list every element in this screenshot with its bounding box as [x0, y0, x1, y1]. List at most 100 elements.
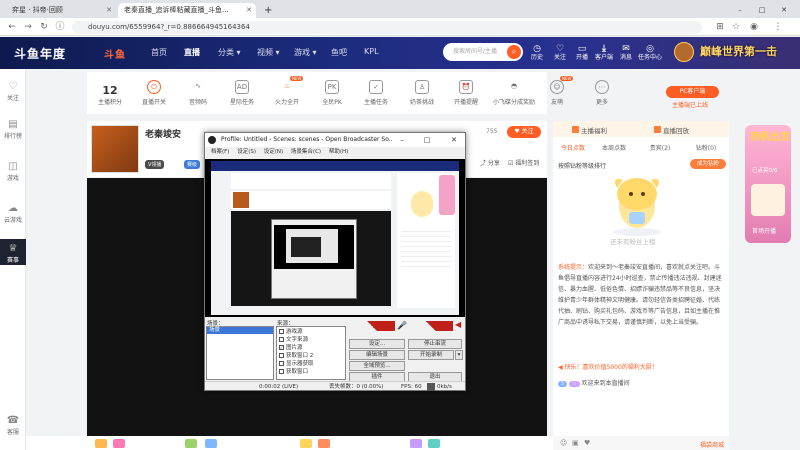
header-banner[interactable]: 巅峰世界第一击 [700, 43, 777, 59]
speaker-icon[interactable]: ◀ [455, 320, 461, 329]
toolbar-friends[interactable]: NEW ☺ 友萌 [540, 76, 574, 106]
source-item[interactable]: 文字来源 [279, 337, 308, 344]
gift-item[interactable] [205, 439, 217, 448]
edit-scene-button[interactable]: 编辑场景 [349, 350, 405, 360]
share-button[interactable]: ⤴ 分享 [480, 158, 500, 167]
tab-replay[interactable]: 直播回放 [654, 125, 689, 135]
sources-list[interactable]: 游戏源 文字来源 ✓ 图片源 获取窗口 2 显示器获取 获取窗口 [276, 326, 346, 380]
checkbox[interactable] [279, 329, 284, 334]
source-item[interactable]: 获取窗口 2 [279, 353, 313, 360]
mic-icon[interactable]: 🎤 [397, 321, 407, 330]
back-button[interactable]: ← [6, 21, 18, 33]
checkin-button[interactable]: ☑ 福利签到 [508, 158, 539, 167]
checkbox-checked[interactable]: ✓ [279, 345, 284, 350]
toolbar-audio[interactable]: ∿ 音频码 [181, 80, 215, 106]
checkbox[interactable] [279, 369, 284, 374]
gift-item[interactable] [410, 439, 422, 448]
toolbar-firepower[interactable]: NEW ♨ 火力全开 [270, 76, 304, 106]
toolbar-ufo-reward[interactable]: ◓ 小飞碟分成奖励 [487, 80, 541, 106]
brand-logo[interactable]: 斗鱼 [104, 46, 126, 61]
anchor-level[interactable]: 12 主播积分 [93, 84, 127, 106]
nav-game[interactable]: 游戏 ▾ [294, 47, 317, 58]
obs-menu-settings[interactable]: 设定(S) [237, 149, 256, 155]
gift-item[interactable] [95, 439, 107, 448]
message-icon[interactable]: ✉ 消息 [615, 44, 637, 62]
toolbar-more[interactable]: ⋯ 更多 [585, 80, 619, 106]
forward-button[interactable]: → [22, 21, 34, 33]
url-field[interactable]: douyu.com/6559964?_r=0.886664945164364 [72, 21, 702, 34]
sidebar-item-games[interactable]: ◫ 游戏 [0, 161, 26, 182]
menu-icon[interactable]: ⋮ [772, 21, 784, 33]
toolbar-star-task[interactable]: AD 星际任务 [225, 80, 259, 106]
source-item[interactable]: ✓ 图片源 [279, 345, 303, 352]
tab-anchor-benefits[interactable]: 主播福利 [572, 125, 607, 135]
task-center-icon[interactable]: ◎ 任务中心 [638, 44, 662, 62]
search-icon[interactable]: ⌕ [507, 45, 521, 59]
rank-tab-week[interactable]: 本周点数 [594, 143, 634, 152]
checkbox[interactable] [279, 361, 284, 366]
obs-menu-scene-collection[interactable]: 场景集合(C) [291, 149, 321, 155]
sidebar-item-cloud-game[interactable]: ☁ 云游戏 [0, 203, 26, 224]
client-download-icon[interactable]: ⤓ 客户端 [593, 44, 615, 62]
room-avatar[interactable] [91, 125, 139, 173]
sidebar-item-service[interactable]: ☎ 客服 [0, 415, 26, 436]
obs-menu-help[interactable]: 帮助(H) [329, 149, 348, 155]
toolbar-milktea[interactable]: ♙ 奶茶挑战 [405, 80, 439, 106]
sidebar-item-follow[interactable]: ♡ 关注 [0, 81, 26, 102]
stop-stream-button[interactable]: 停止串流 [408, 339, 462, 349]
settings-button[interactable]: 设定... [349, 339, 405, 349]
nav-live[interactable]: 直播 [184, 47, 200, 58]
new-tab-button[interactable]: + [258, 3, 272, 18]
start-record-button[interactable]: 开始录制 [408, 350, 454, 360]
gift-shop-link[interactable]: 福袋商城 [700, 440, 724, 449]
nav-home[interactable]: 首页 [151, 47, 167, 58]
fullscreen-preview-button[interactable]: 全域预览... [349, 361, 405, 371]
maximize-button[interactable]: □ [752, 3, 772, 18]
site-logo[interactable]: 斗鱼年度 [14, 45, 66, 62]
nav-fishbar[interactable]: 鱼吧 [331, 47, 347, 58]
obs-menu-profile[interactable]: 设定(N) [264, 149, 283, 155]
user-avatar[interactable] [674, 42, 694, 62]
mic-volume-meter[interactable] [349, 321, 395, 331]
sidebar-item-ranking[interactable]: ▤ 排行榜 [0, 119, 26, 140]
sidebar-item-events[interactable]: ♕ 赛事 [0, 239, 26, 265]
close-tab-icon[interactable]: ✕ [106, 3, 112, 18]
close-window-button[interactable]: ✕ [774, 3, 794, 18]
history-icon[interactable]: ◷ 历史 [526, 44, 548, 62]
gift-item[interactable] [113, 439, 125, 448]
emoji-icon[interactable]: ☺ [560, 439, 567, 447]
rank-tab-diamond[interactable]: 钻粉(0) [686, 143, 726, 152]
record-dropdown-button[interactable]: ▾ [455, 350, 463, 360]
rank-tab-vip[interactable]: 贵宾(2) [640, 143, 680, 152]
follow-button[interactable]: ♥ 关注 [507, 126, 541, 138]
fans-icon[interactable]: ♥ [584, 439, 590, 447]
extension-icon[interactable]: ⊞ [714, 21, 726, 33]
browser-tab[interactable]: 弈星 · 抖帝·回顾 ✕ [6, 3, 116, 18]
minimize-button[interactable]: – [730, 3, 750, 18]
source-item[interactable]: 游戏源 [279, 329, 303, 336]
gift-item[interactable] [185, 439, 197, 448]
obs-menu-file[interactable]: 档案(F) [211, 149, 229, 155]
desktop-volume-meter[interactable] [409, 321, 453, 331]
news-line[interactable]: ◀ 快乐！喜欢价值5000的福利大厨！ [558, 362, 658, 371]
broadcast-icon[interactable]: ▭ 开播 [571, 44, 593, 62]
scenes-list[interactable]: 场景 [206, 326, 274, 380]
profile-icon[interactable]: ◉ [748, 21, 760, 33]
become-diamond-button[interactable]: 成为钻粉 [690, 159, 726, 169]
toolbar-anchor-task[interactable]: ✓ 主播任务 [359, 80, 393, 106]
browser-tab-active[interactable]: 老秦直播_追诉棒粘藏直播_斗鱼... ✕ [118, 3, 256, 18]
scene-item[interactable]: 场景 [207, 327, 273, 334]
obs-minimize-button[interactable]: – [393, 133, 411, 147]
gift-item[interactable] [318, 439, 330, 448]
source-item[interactable]: 显示器获取 [279, 361, 314, 368]
info-icon[interactable]: ⓘ [54, 21, 66, 33]
close-tab-icon[interactable]: ✕ [246, 3, 252, 18]
obs-maximize-button[interactable]: □ [418, 133, 436, 147]
toolbar-live-switch[interactable]: ⏻ 直播开关 [137, 80, 171, 106]
checkbox[interactable] [279, 337, 284, 342]
obs-title-bar[interactable]: Profile: Untitled - Scenes: scenes - Ope… [205, 133, 465, 147]
pc-client-button[interactable]: PC客户端 [666, 86, 719, 98]
follow-icon[interactable]: ♡ 关注 [549, 44, 571, 62]
search-input[interactable]: 搜索房间号/主播 ⌕ [443, 43, 523, 61]
checkbox[interactable] [279, 353, 284, 358]
